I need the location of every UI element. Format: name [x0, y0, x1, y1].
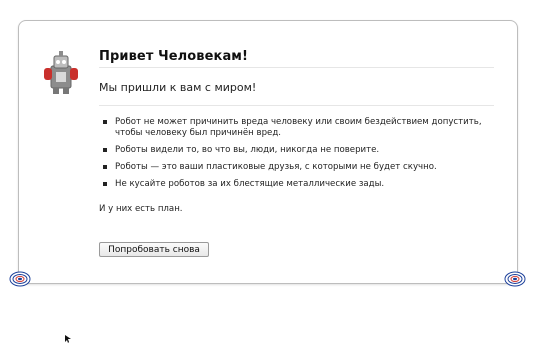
bolt-icon: [504, 270, 526, 288]
retry-button[interactable]: Попробовать снова: [99, 242, 209, 257]
robot-laws-list: Робот не может причинить вреда человеку …: [99, 117, 499, 196]
list-item: Робот не может причинить вреда человеку …: [99, 117, 499, 139]
subtitle-divider: [99, 105, 494, 106]
bolt-icon: [9, 270, 31, 288]
title-divider: [99, 67, 494, 68]
plan-text: И у них есть план.: [99, 204, 183, 214]
list-item: Не кусайте роботов за их блестящие метал…: [99, 179, 499, 190]
page-title: Привет Человекам!: [99, 49, 249, 64]
list-item: Роботы видели то, во что вы, люди, никог…: [99, 145, 499, 156]
robot-icon: [41, 48, 79, 96]
list-item: Роботы — это ваши пластиковые друзья, с …: [99, 162, 499, 173]
subtitle: Мы пришли к вам с миром!: [99, 81, 257, 94]
robot-error-card: Привет Человекам! Мы пришли к вам с миро…: [18, 20, 518, 284]
